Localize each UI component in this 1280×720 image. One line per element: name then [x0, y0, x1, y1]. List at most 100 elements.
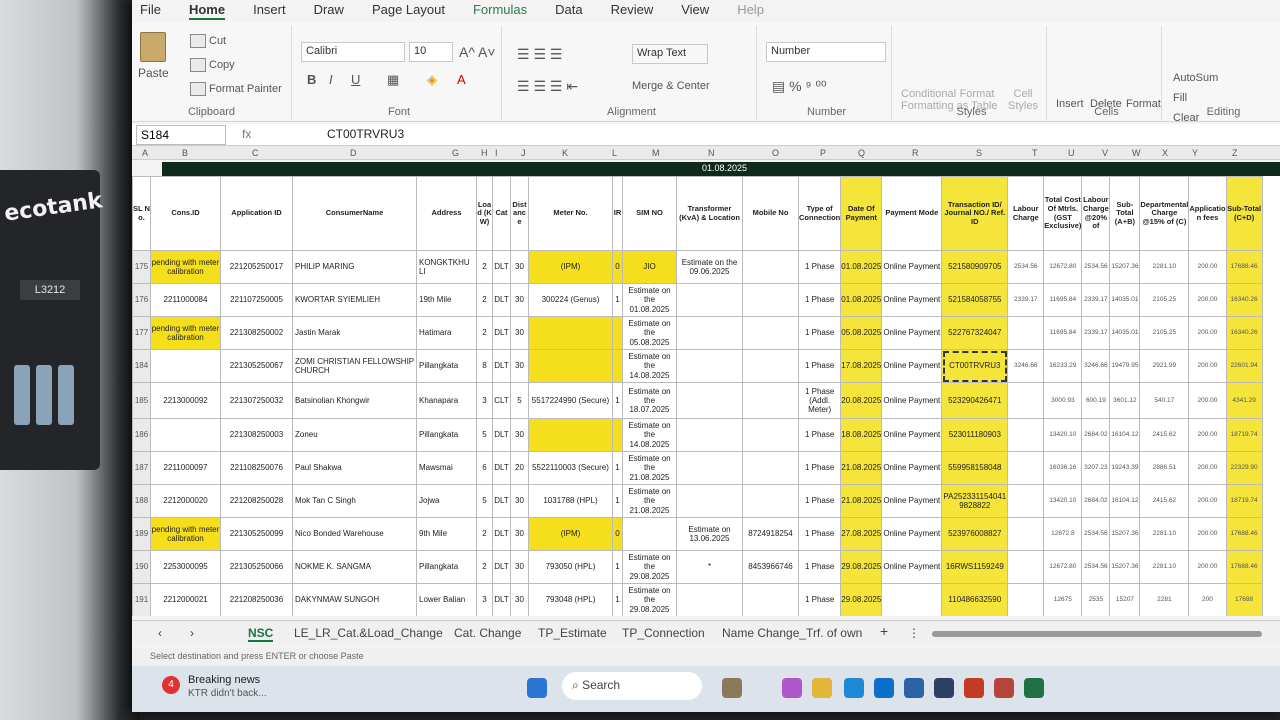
table-cell[interactable]: 221108250076 [220, 451, 293, 485]
table-cell[interactable]: 1 [612, 583, 623, 616]
table-cell[interactable]: 0 [612, 517, 623, 551]
table-cell[interactable] [742, 382, 799, 419]
table-cell[interactable]: 522767324047 [941, 316, 1009, 350]
column-letter[interactable]: M [652, 148, 660, 158]
row-number[interactable]: 191 [132, 583, 151, 616]
table-cell[interactable]: 19479.95 [1109, 349, 1141, 383]
table-cell[interactable]: Hatimara [416, 316, 477, 350]
format-painter-button[interactable]: Format Painter [190, 82, 282, 96]
italic-button[interactable]: I [329, 72, 333, 87]
table-cell[interactable]: 2339.17 [1081, 283, 1111, 317]
column-letter[interactable]: R [912, 148, 919, 158]
column-letter[interactable]: L [612, 148, 617, 158]
table-cell[interactable]: 2 [476, 283, 493, 317]
table-cell[interactable]: 3601.12 [1109, 382, 1141, 419]
table-cell[interactable]: 5 [476, 484, 493, 518]
table-cell[interactable]: 15207.36 [1109, 250, 1141, 284]
table-cell[interactable]: 1 [612, 550, 623, 584]
table-cell[interactable] [742, 451, 799, 485]
column-header[interactable]: Transaction ID/ Journal NO./ Ref. ID [941, 176, 1009, 251]
table-cell[interactable]: DLT [492, 517, 511, 551]
table-cell[interactable]: 30 [510, 484, 529, 518]
table-cell[interactable]: 11695.84 [1043, 316, 1083, 350]
table-cell[interactable]: Estimate on the 14.08.2025 [622, 418, 677, 452]
table-cell[interactable]: 30 [510, 550, 529, 584]
column-header[interactable]: Meter No. [528, 176, 613, 251]
table-cell[interactable]: 21.08.2025 [840, 484, 883, 518]
prev-sheet-icon[interactable]: ‹ [158, 626, 162, 640]
table-cell[interactable]: Online Payment [881, 451, 943, 485]
table-cell[interactable]: Online Payment [881, 484, 943, 518]
table-cell[interactable]: 16233.29 [1043, 349, 1083, 383]
table-cell[interactable]: 523290426471 [941, 382, 1009, 419]
wrap-text-button[interactable]: Wrap Text [632, 44, 708, 64]
table-cell[interactable]: Estimate on the 18.07.2025 [622, 382, 677, 419]
news-badge[interactable]: 4 [162, 676, 180, 694]
increase-font-icon[interactable]: A^ A˅ [459, 44, 496, 60]
copilot-icon[interactable] [782, 678, 802, 698]
table-cell[interactable]: Zoneu [292, 418, 417, 452]
table-cell[interactable]: 2684.02 [1081, 418, 1111, 452]
column-letter[interactable]: C [252, 148, 259, 158]
table-cell[interactable]: 8453966746 [742, 550, 799, 584]
table-cell[interactable]: PHILIP MARING [292, 250, 417, 284]
table-cell[interactable] [150, 349, 221, 383]
autosum-button[interactable]: AutoSum [1173, 72, 1218, 84]
table-cell[interactable]: 2415.62 [1139, 484, 1190, 518]
table-cell[interactable]: 2535 [1081, 583, 1111, 616]
table-cell[interactable]: 15207.36 [1109, 550, 1141, 584]
table-cell[interactable]: Online Payment [881, 517, 943, 551]
table-cell[interactable]: 200.00 [1188, 550, 1227, 584]
table-cell[interactable] [528, 349, 613, 383]
table-cell[interactable]: 200.00 [1188, 349, 1227, 383]
bold-button[interactable]: B [307, 72, 316, 87]
table-cell[interactable]: 2339.17 [1007, 283, 1045, 317]
table-cell[interactable]: 14035.01 [1109, 316, 1141, 350]
table-cell[interactable]: 22329.90 [1225, 451, 1263, 485]
table-cell[interactable]: 521580909705 [941, 250, 1009, 284]
table-cell[interactable]: 2281.10 [1139, 550, 1190, 584]
table-cell[interactable]: 200.00 [1188, 316, 1227, 350]
table-cell[interactable]: Mawsmai [416, 451, 477, 485]
table-cell[interactable]: 01.08.2025 [840, 283, 883, 317]
table-cell[interactable]: 2253000095 [150, 550, 221, 584]
table-cell[interactable]: 2211000097 [150, 451, 221, 485]
paste-icon[interactable] [140, 32, 166, 62]
table-cell[interactable]: 2213000092 [150, 382, 221, 419]
table-cell[interactable]: 1 [612, 484, 623, 518]
table-cell[interactable] [881, 583, 943, 616]
row-number[interactable]: 177 [132, 316, 151, 350]
table-cell[interactable]: 3246.66 [1081, 349, 1111, 383]
table-cell[interactable]: 2886.51 [1139, 451, 1190, 485]
column-header[interactable]: Cons.ID [150, 176, 221, 251]
table-cell[interactable]: 1 Phase [797, 583, 842, 616]
table-cell[interactable]: KONGKTKHU LI [416, 250, 477, 284]
table-cell[interactable]: 0 [612, 250, 623, 284]
table-cell[interactable]: 200.00 [1188, 484, 1227, 518]
table-cell[interactable] [676, 349, 743, 383]
table-cell[interactable]: 5522110003 (Secure) [528, 451, 613, 485]
column-letter[interactable]: Z [1232, 148, 1238, 158]
column-header[interactable]: Transformer (KvA) & Location [676, 176, 743, 251]
column-header[interactable]: SL N o. [132, 176, 151, 251]
column-letter[interactable]: D [350, 148, 357, 158]
table-cell[interactable]: 16340.26 [1225, 316, 1263, 350]
table-cell[interactable]: 2281.10 [1139, 517, 1190, 551]
table-cell[interactable] [676, 316, 743, 350]
table-cell[interactable]: 13420.10 [1043, 484, 1083, 518]
table-cell[interactable]: 17688.46 [1225, 517, 1263, 551]
horizontal-scrollbar[interactable] [932, 631, 1262, 637]
fx-icon[interactable]: fx [242, 127, 251, 141]
table-cell[interactable] [742, 250, 799, 284]
table-cell[interactable]: 30 [510, 250, 529, 284]
row-number[interactable]: 184 [132, 349, 151, 383]
table-cell[interactable] [742, 418, 799, 452]
paste-button[interactable]: Paste [138, 66, 169, 80]
table-cell[interactable] [1007, 583, 1045, 616]
align-left-icon[interactable]: ☰ ☰ ☰ ⇤ [517, 78, 578, 95]
table-cell[interactable] [612, 418, 623, 452]
table-cell[interactable]: Pillangkata [416, 550, 477, 584]
table-cell[interactable]: DLT [492, 550, 511, 584]
table-cell[interactable]: 2534.56 [1081, 517, 1111, 551]
table-cell[interactable]: 5 [510, 382, 529, 419]
